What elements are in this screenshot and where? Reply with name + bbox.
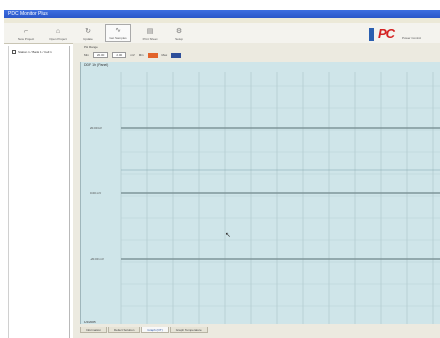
tab-information[interactable]: Information [80,327,108,333]
color-b-swatch[interactable] [171,52,182,58]
brand-subtitle: Power Control [402,36,422,40]
x-label: 1/2/2005 [84,320,96,324]
options-header: PH Range [84,45,98,49]
setup-button[interactable]: ⚙ Setup [168,24,190,42]
print-sheet-button[interactable]: ▤ Print Sheet [137,24,163,42]
new-project-button[interactable]: ⌐ New Project [12,24,40,42]
range-select[interactable]: 20.00 [92,52,109,58]
get-samples-button[interactable]: ∿ Get Samples [105,24,131,42]
tab-graph-ot[interactable]: Graph (OT) [141,327,169,333]
range-label: Min [84,53,89,57]
plot-area[interactable] [80,62,440,324]
y-label-top: 20.00 kV [90,126,102,130]
update-button[interactable]: ↻ Update [76,24,100,42]
toolbar: ⌐ New Project ⌂ Open Project ↻ Update ∿ … [4,23,440,44]
tree-item[interactable]: Station 1 / Bank 1 / Cell 1 [12,49,69,54]
brand-logo: PC [378,26,395,41]
color-a-swatch[interactable] [147,52,158,58]
step-select[interactable]: 2.00 [112,52,127,58]
logo-bar [369,28,374,41]
gear-icon: ⚙ [175,28,183,35]
options-row: Min 20.00 2.00 mV Min Max [84,52,182,58]
mouse-cursor-icon: ↖ [225,232,231,239]
document-icon: ⌐ [23,28,29,35]
plot-grid [120,72,440,324]
waveform-icon: ∿ [115,27,121,34]
refresh-icon: ↻ [85,28,91,35]
expand-icon[interactable] [12,49,16,54]
open-project-button[interactable]: ⌂ Open Project [44,24,72,42]
color-b-label: Max [161,53,168,57]
step-unit: mV [130,53,135,57]
printer-icon: ▤ [146,28,154,35]
color-a-label: Min [138,53,144,57]
window-title: PDC Monitor Plus [4,10,440,18]
plot-title: DDF 1h (Panel) [84,63,109,67]
y-label-bottom: -20.00 mV [90,257,104,261]
project-tree: Station 1 / Bank 1 / Cell 1 [8,46,70,338]
folder-icon: ⌂ [55,28,61,35]
tab-strip: Information Defect Solution Graph (OT) G… [80,327,208,334]
y-label-mid: 0.00 mV [90,191,102,195]
tab-graph-temperature[interactable]: Graph Temperature [169,327,208,333]
tab-defect-solution[interactable]: Defect Solution [108,327,141,333]
